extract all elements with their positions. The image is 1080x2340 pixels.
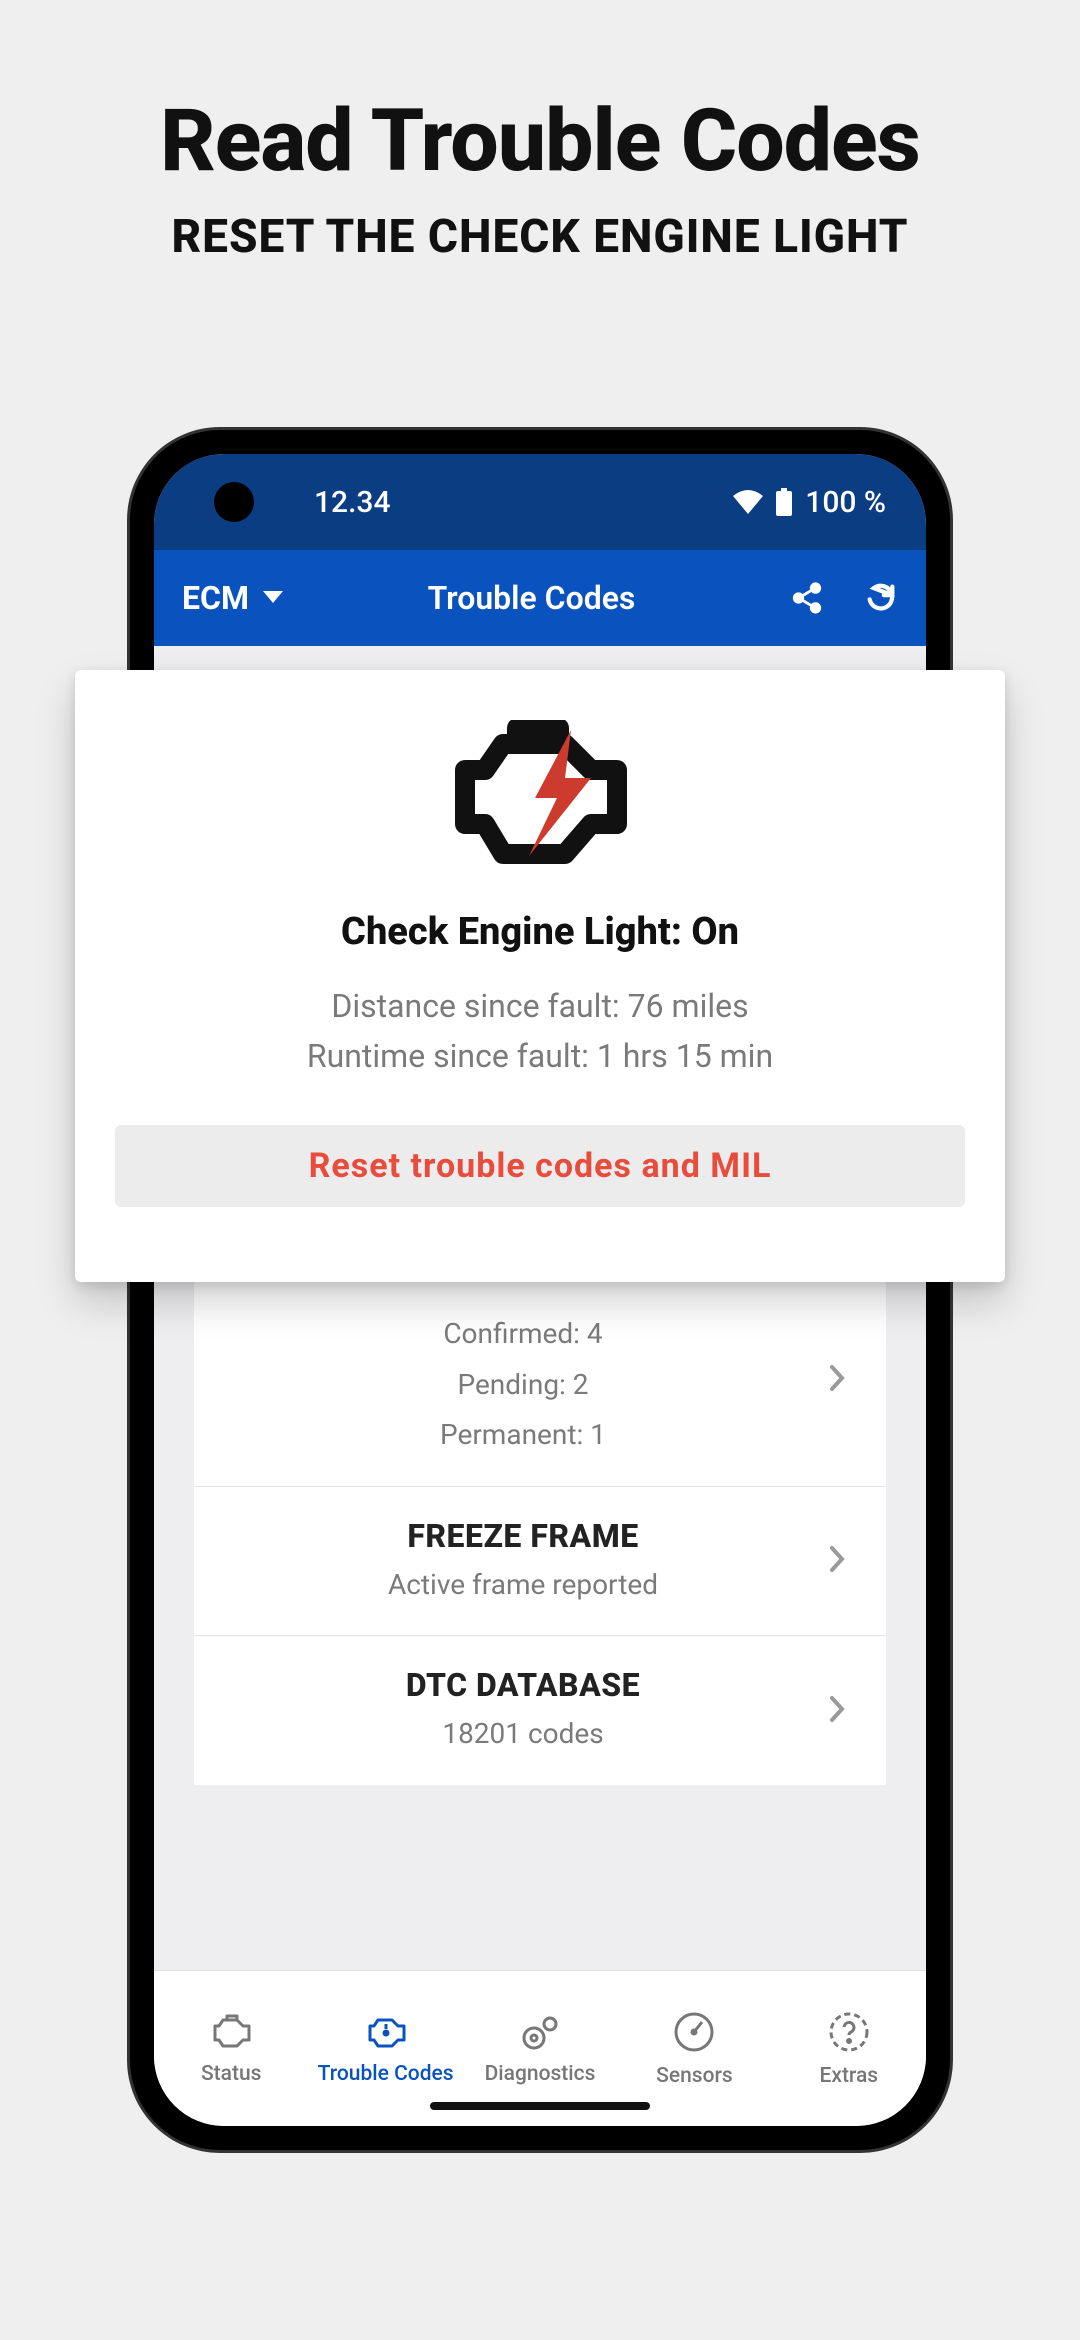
nav-label: Diagnostics — [485, 2062, 596, 2086]
row-dtc-database[interactable]: DTC DATABASE 18201 codes — [194, 1635, 886, 1785]
reset-codes-button[interactable]: Reset trouble codes and MIL — [115, 1125, 965, 1207]
database-sub: 18201 codes — [218, 1714, 828, 1755]
row-summary[interactable]: Confirmed: 4 Pending: 2 Permanent: 1 — [194, 1274, 886, 1486]
home-indicator[interactable] — [430, 2102, 650, 2110]
gears-icon — [516, 2012, 564, 2052]
app-bar: ECM Trouble Codes — [154, 550, 926, 646]
refresh-button[interactable] — [864, 581, 898, 615]
help-icon — [827, 2010, 871, 2054]
gauge-icon — [672, 2010, 716, 2054]
nav-label: Extras — [820, 2064, 879, 2088]
chevron-right-icon — [828, 1363, 846, 1397]
status-icons: 100 % — [733, 485, 886, 520]
check-engine-card: Check Engine Light: On Distance since fa… — [75, 670, 1005, 1282]
engine-icon — [207, 2012, 255, 2052]
battery-icon — [775, 488, 793, 516]
share-button[interactable] — [790, 581, 824, 615]
freeze-sub: Active frame reported — [218, 1565, 828, 1606]
summary-permanent: Permanent: 1 — [218, 1415, 828, 1456]
wifi-icon — [733, 490, 763, 514]
battery-text: 100 % — [805, 485, 886, 520]
nav-status[interactable]: Status — [154, 1971, 308, 2126]
nav-label: Sensors — [656, 2064, 733, 2088]
freeze-title: FREEZE FRAME — [218, 1517, 828, 1555]
nav-extras[interactable]: Extras — [772, 1971, 926, 2126]
chevron-right-icon — [828, 1544, 846, 1578]
row-freeze-frame[interactable]: FREEZE FRAME Active frame reported — [194, 1486, 886, 1636]
engine-warning-icon — [362, 2012, 410, 2052]
camera-hole — [214, 482, 254, 522]
status-clock: 12.34 — [314, 485, 391, 520]
summary-confirmed: Confirmed: 4 — [218, 1314, 828, 1355]
nav-label: Status — [201, 2062, 262, 2086]
status-bar: 12.34 100 % — [154, 454, 926, 550]
distance-since-fault: Distance since fault: 76 miles — [307, 982, 773, 1032]
promo-subtitle: RESET THE CHECK ENGINE LIGHT — [0, 210, 1080, 264]
list: Confirmed: 4 Pending: 2 Permanent: 1 FRE… — [194, 1274, 886, 1785]
refresh-icon — [864, 581, 898, 615]
chevron-down-icon — [263, 591, 283, 605]
share-icon — [790, 581, 824, 615]
nav-label: Trouble Codes — [318, 2062, 454, 2086]
database-title: DTC DATABASE — [218, 1666, 828, 1704]
summary-pending: Pending: 2 — [218, 1365, 828, 1406]
promo-title: Read Trouble Codes — [0, 90, 1080, 191]
module-dropdown[interactable]: ECM — [182, 579, 283, 617]
check-engine-status: Check Engine Light: On — [341, 910, 739, 954]
runtime-since-fault: Runtime since fault: 1 hrs 15 min — [307, 1032, 773, 1082]
screen-title: Trouble Codes — [283, 579, 790, 617]
module-label: ECM — [182, 579, 249, 617]
engine-bolt-icon — [425, 720, 655, 870]
chevron-right-icon — [828, 1694, 846, 1728]
